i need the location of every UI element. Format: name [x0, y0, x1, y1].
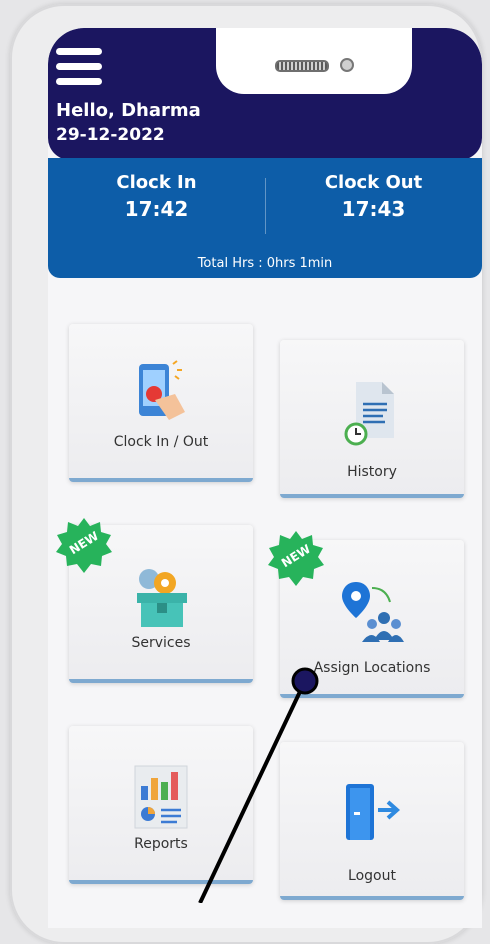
document-clock-icon	[344, 382, 394, 446]
assign-locations-label: Assign Locations	[313, 660, 431, 676]
phone-tap-icon	[139, 360, 185, 420]
phone-notch	[216, 28, 412, 94]
front-camera	[340, 58, 354, 72]
attendance-summary: Clock In 17:42 Clock Out 17:43 Total Hrs…	[48, 158, 482, 278]
reports-tile[interactable]: Reports	[69, 726, 253, 884]
total-hours: Total Hrs : 0hrs 1min	[197, 256, 333, 271]
speaker-grille	[275, 60, 329, 72]
box-gear-icon	[137, 569, 187, 627]
clock-in-label: Clock In	[116, 172, 197, 193]
clock-out-label: Clock Out	[324, 172, 423, 193]
app-screen: Home Hello, Dharma 29-12-2022 Clock In 1…	[48, 28, 482, 928]
logout-label: Logout	[348, 868, 396, 884]
report-chart-icon	[134, 765, 188, 829]
clock-in-out-tile[interactable]: Clock In / Out	[69, 324, 253, 482]
clock-in-time: 17:42	[124, 197, 189, 221]
phone-frame: Home Hello, Dharma 29-12-2022 Clock In 1…	[10, 4, 482, 944]
new-badge-assign-locations: NEW	[267, 530, 325, 588]
clock-out-summary: Clock Out 17:43	[265, 172, 482, 221]
history-tile[interactable]: History	[280, 340, 464, 498]
clock-out-time: 17:43	[341, 197, 406, 221]
location-people-icon	[342, 582, 404, 642]
logout-door-icon	[346, 784, 401, 840]
history-label: History	[347, 464, 397, 480]
current-date: 29-12-2022	[56, 125, 165, 145]
logout-tile[interactable]: Logout	[280, 742, 464, 900]
clock-in-out-label: Clock In / Out	[113, 434, 209, 450]
new-badge-services: NEW	[55, 517, 113, 575]
services-label: Services	[131, 635, 191, 651]
user-greeting: Hello, Dharma	[56, 100, 201, 121]
clock-in-summary: Clock In 17:42	[48, 172, 265, 221]
reports-label: Reports	[134, 836, 188, 852]
